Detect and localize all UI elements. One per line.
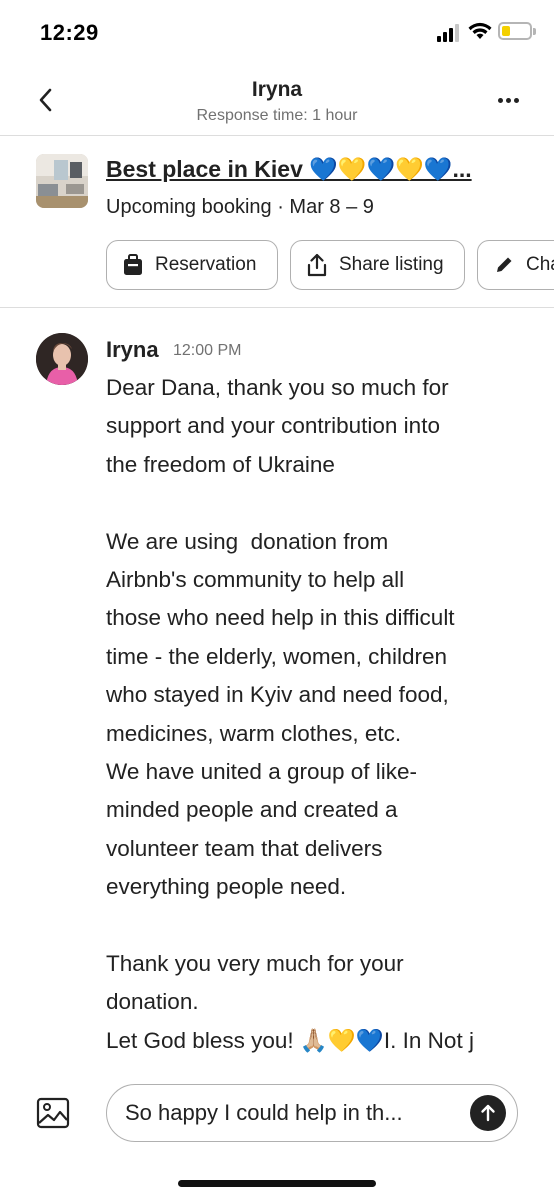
message-time: 12:00 PM: [173, 342, 242, 359]
battery-level: [502, 26, 510, 36]
battery-low-icon: [498, 22, 532, 40]
more-options-button[interactable]: [490, 86, 526, 114]
message-line: volunteer team that delivers: [106, 835, 383, 861]
cellular-signal-icon: [437, 24, 459, 42]
message-line: those who need help in this difficult: [106, 605, 455, 631]
message-line: medicines, warm clothes, etc.: [106, 720, 402, 746]
chat-header: Iryna Response time: 1 hour: [0, 64, 554, 136]
message-line: [106, 484, 546, 522]
message-line: Dear Dana, thank you so much for: [106, 375, 449, 400]
message-line: donation.: [106, 989, 199, 1015]
reservation-label: Reservation: [155, 254, 257, 275]
message-line: time - the elderly, women, children: [106, 643, 447, 669]
image-icon[interactable]: [36, 1096, 70, 1130]
share-listing-button[interactable]: Share listing: [290, 240, 465, 290]
arrow-up-icon: [481, 1104, 495, 1122]
home-indicator: [178, 1180, 376, 1187]
share-icon: [307, 253, 327, 277]
message-line: the freedom of Ukraine: [106, 451, 335, 477]
message-line: Let God bless you! 🙏🏼💛💙I. In Not j: [106, 1027, 474, 1053]
suitcase-icon: [124, 254, 142, 275]
page-title: Iryna: [251, 78, 303, 101]
listing-photo[interactable]: [36, 154, 88, 208]
message-line: who stayed in Kyiv and need food,: [106, 682, 449, 708]
wifi-icon: [468, 22, 492, 39]
change-label: Cha: [526, 254, 554, 275]
listing-summary: Best place in Kiev 💙💛💙💛💙... Upcoming boo…: [0, 136, 554, 308]
message-body: Dear Dana, thank you so much for support …: [106, 369, 546, 1057]
status-bar: 12:29: [0, 0, 554, 64]
battery-cap: [533, 28, 536, 35]
message-line: We have united a group of like-: [106, 758, 418, 784]
booking-info: Upcoming booking · Mar 8 – 9: [106, 196, 374, 218]
share-listing-label: Share listing: [339, 254, 444, 275]
message-line: We are using donation from: [106, 528, 389, 554]
avatar[interactable]: [36, 333, 88, 385]
reservation-button[interactable]: Reservation: [106, 240, 278, 290]
message-input[interactable]: So happy I could help in th...: [106, 1084, 518, 1142]
pencil-icon: [497, 257, 512, 272]
status-time: 12:29: [40, 20, 99, 45]
listing-title[interactable]: Best place in Kiev 💙💛💙💛💙...: [106, 156, 506, 183]
change-button[interactable]: Cha: [477, 240, 554, 290]
more-horizontal-icon: [496, 97, 520, 103]
response-time: Response time: 1 hour: [196, 107, 358, 124]
message-line: Airbnb's community to help all: [106, 566, 405, 592]
message-line: Thank you very much for your: [106, 950, 404, 976]
send-button[interactable]: [470, 1095, 506, 1131]
message-line: support and your contribution into: [106, 413, 440, 439]
message-input-value[interactable]: So happy I could help in th...: [125, 1100, 455, 1126]
sender-name: Iryna: [106, 337, 159, 362]
message-line: [106, 906, 546, 944]
message-line: minded people and created a: [106, 797, 398, 823]
message-line: everything people need.: [106, 874, 347, 900]
